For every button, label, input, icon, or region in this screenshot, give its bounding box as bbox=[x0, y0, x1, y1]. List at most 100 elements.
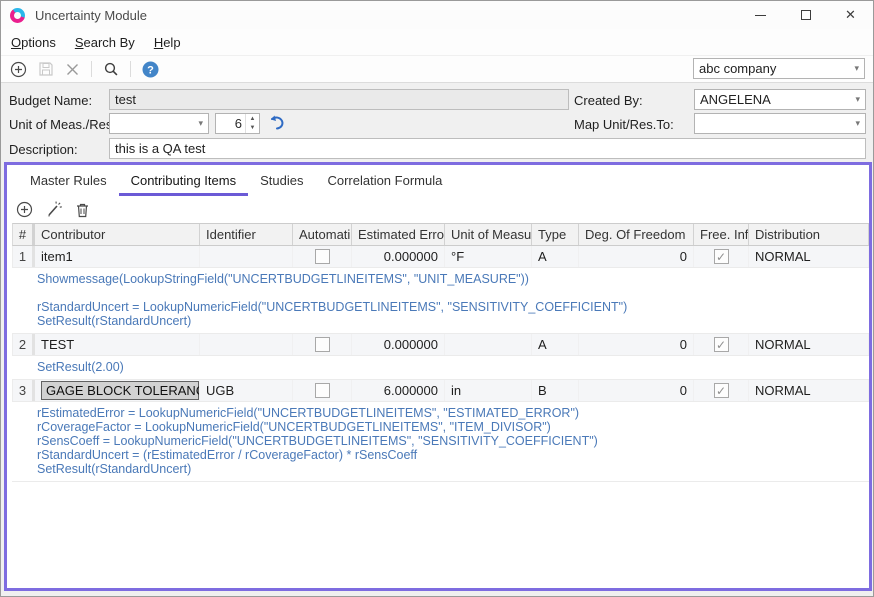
cell-unit[interactable]: °F bbox=[445, 246, 532, 267]
cell-free_inf[interactable] bbox=[694, 380, 749, 401]
cell-automatic[interactable] bbox=[293, 380, 352, 401]
cell-type[interactable]: B bbox=[532, 380, 579, 401]
column-header-type[interactable]: Type bbox=[532, 224, 579, 245]
grid-header: #ContributorIdentifierAutomatiEstimated … bbox=[12, 223, 869, 246]
automatic-checkbox[interactable] bbox=[315, 249, 330, 264]
chevron-down-icon: ▾ bbox=[198, 118, 203, 129]
cell-estimated_error[interactable]: 6.000000 bbox=[352, 380, 445, 401]
add-item-button[interactable] bbox=[16, 201, 33, 218]
menu-bar: Options Search By Help bbox=[1, 29, 873, 56]
cell-contributor[interactable]: TEST bbox=[35, 334, 200, 355]
cell-num[interactable]: 2 bbox=[13, 334, 35, 355]
detail-panel: Master RulesContributing ItemsStudiesCor… bbox=[4, 162, 872, 591]
cell-identifier[interactable]: UGB bbox=[200, 380, 293, 401]
budget-name-field[interactable]: test bbox=[109, 89, 569, 110]
menu-item-search-by[interactable]: Search By bbox=[75, 35, 135, 50]
column-header-distribution[interactable]: Distribution bbox=[749, 224, 869, 245]
magnifier-icon bbox=[103, 61, 119, 77]
tab-correlation-formula[interactable]: Correlation Formula bbox=[315, 165, 454, 196]
budget-form: Budget Name: test Created By: ANGELENA ▾… bbox=[1, 82, 873, 163]
column-header-free_inf[interactable]: Free. Inf. bbox=[694, 224, 749, 245]
map-unit-selector[interactable]: ▾ bbox=[694, 113, 866, 134]
items-toolbar bbox=[7, 196, 869, 223]
formula-line: rStandardUncert = (rEstimatedError / rCo… bbox=[37, 448, 863, 462]
free_inf-checkbox[interactable] bbox=[714, 337, 729, 352]
selected-cell-editor[interactable]: GAGE BLOCK TOLERANCE bbox=[41, 381, 199, 400]
cell-free_inf[interactable] bbox=[694, 334, 749, 355]
cell-distribution[interactable]: NORMAL bbox=[749, 380, 869, 401]
menu-item-help[interactable]: Help bbox=[154, 35, 181, 50]
tab-contributing-items[interactable]: Contributing Items bbox=[119, 165, 249, 196]
edit-formula-button[interactable] bbox=[45, 201, 63, 218]
cell-num[interactable]: 3 bbox=[13, 380, 35, 401]
column-header-identifier[interactable]: Identifier bbox=[200, 224, 293, 245]
cell-contributor[interactable]: GAGE BLOCK TOLERANCE bbox=[35, 380, 200, 401]
column-header-contributor[interactable]: Contributor bbox=[35, 224, 200, 245]
help-button[interactable]: ? bbox=[142, 61, 159, 78]
column-header-dof[interactable]: Deg. Of Freedom bbox=[579, 224, 694, 245]
cell-dof[interactable]: 0 bbox=[579, 380, 694, 401]
column-header-num[interactable]: # bbox=[13, 224, 35, 245]
cell-free_inf[interactable] bbox=[694, 246, 749, 267]
free_inf-checkbox[interactable] bbox=[714, 383, 729, 398]
undo-button[interactable] bbox=[267, 114, 286, 132]
undo-arrow-icon bbox=[267, 114, 286, 132]
resolution-spinner[interactable]: 6 ▲ ▼ bbox=[215, 113, 260, 134]
cell-unit[interactable] bbox=[445, 334, 532, 355]
tab-studies[interactable]: Studies bbox=[248, 165, 315, 196]
app-logo-icon bbox=[10, 8, 25, 23]
cell-type[interactable]: A bbox=[532, 246, 579, 267]
created-by-selector[interactable]: ANGELENA ▾ bbox=[694, 89, 866, 110]
minimize-icon bbox=[755, 15, 766, 16]
cell-distribution[interactable]: NORMAL bbox=[749, 246, 869, 267]
company-selector[interactable]: abc company ▾ bbox=[693, 58, 865, 79]
close-button[interactable]: ✕ bbox=[828, 1, 873, 29]
cell-identifier[interactable] bbox=[200, 334, 293, 355]
table-row[interactable]: 1item1 0.000000°FA0 NORMAL bbox=[12, 246, 869, 268]
menu-item-options[interactable]: Options bbox=[11, 35, 56, 50]
chevron-down-icon: ▾ bbox=[854, 63, 859, 74]
formula-wizard-wand-icon bbox=[45, 201, 63, 218]
chevron-down-icon: ▾ bbox=[855, 118, 860, 129]
cell-estimated_error[interactable]: 0.000000 bbox=[352, 334, 445, 355]
delete-button[interactable] bbox=[65, 62, 80, 77]
column-header-unit[interactable]: Unit of Measure bbox=[445, 224, 532, 245]
cell-dof[interactable]: 0 bbox=[579, 334, 694, 355]
column-header-estimated_error[interactable]: Estimated Erro bbox=[352, 224, 445, 245]
spinner-down-button[interactable]: ▼ bbox=[246, 124, 259, 134]
add-button[interactable] bbox=[10, 61, 27, 78]
unit-of-measure-selector[interactable]: ▾ bbox=[109, 113, 209, 134]
window-title: Uncertainty Module bbox=[35, 8, 147, 23]
cell-automatic[interactable] bbox=[293, 334, 352, 355]
search-button[interactable] bbox=[103, 61, 119, 77]
cell-type[interactable]: A bbox=[532, 334, 579, 355]
cell-automatic[interactable] bbox=[293, 246, 352, 267]
cell-dof[interactable]: 0 bbox=[579, 246, 694, 267]
cell-unit[interactable]: in bbox=[445, 380, 532, 401]
cell-identifier[interactable] bbox=[200, 246, 293, 267]
automatic-checkbox[interactable] bbox=[315, 383, 330, 398]
cell-estimated_error[interactable]: 0.000000 bbox=[352, 246, 445, 267]
floppy-disk-icon bbox=[38, 61, 54, 77]
formula-line: SetResult(2.00) bbox=[37, 360, 863, 374]
cell-distribution[interactable]: NORMAL bbox=[749, 334, 869, 355]
free_inf-checkbox[interactable] bbox=[714, 249, 729, 264]
delete-item-button[interactable] bbox=[75, 202, 90, 218]
formula-block: Showmessage(LookupStringField("UNCERTBUD… bbox=[12, 268, 869, 334]
cell-num[interactable]: 1 bbox=[13, 246, 35, 267]
budget-name-label: Budget Name: bbox=[9, 93, 92, 108]
maximize-button[interactable] bbox=[783, 1, 828, 29]
spinner-up-button[interactable]: ▲ bbox=[246, 114, 259, 124]
created-by-label: Created By: bbox=[574, 93, 643, 108]
automatic-checkbox[interactable] bbox=[315, 337, 330, 352]
formula-block: rEstimatedError = LookupNumericField("UN… bbox=[12, 402, 869, 482]
save-button[interactable] bbox=[38, 61, 54, 77]
tab-master-rules[interactable]: Master Rules bbox=[18, 165, 119, 196]
circle-plus-icon bbox=[10, 61, 27, 78]
table-row[interactable]: 3 GAGE BLOCK TOLERANCEUGB 6.000000inB0 NORM… bbox=[12, 380, 869, 402]
minimize-button[interactable] bbox=[738, 1, 783, 29]
description-field[interactable]: this is a QA test bbox=[109, 138, 866, 159]
table-row[interactable]: 2TEST 0.000000 A0 NORMAL bbox=[12, 334, 869, 356]
column-header-automatic[interactable]: Automati bbox=[293, 224, 352, 245]
cell-contributor[interactable]: item1 bbox=[35, 246, 200, 267]
